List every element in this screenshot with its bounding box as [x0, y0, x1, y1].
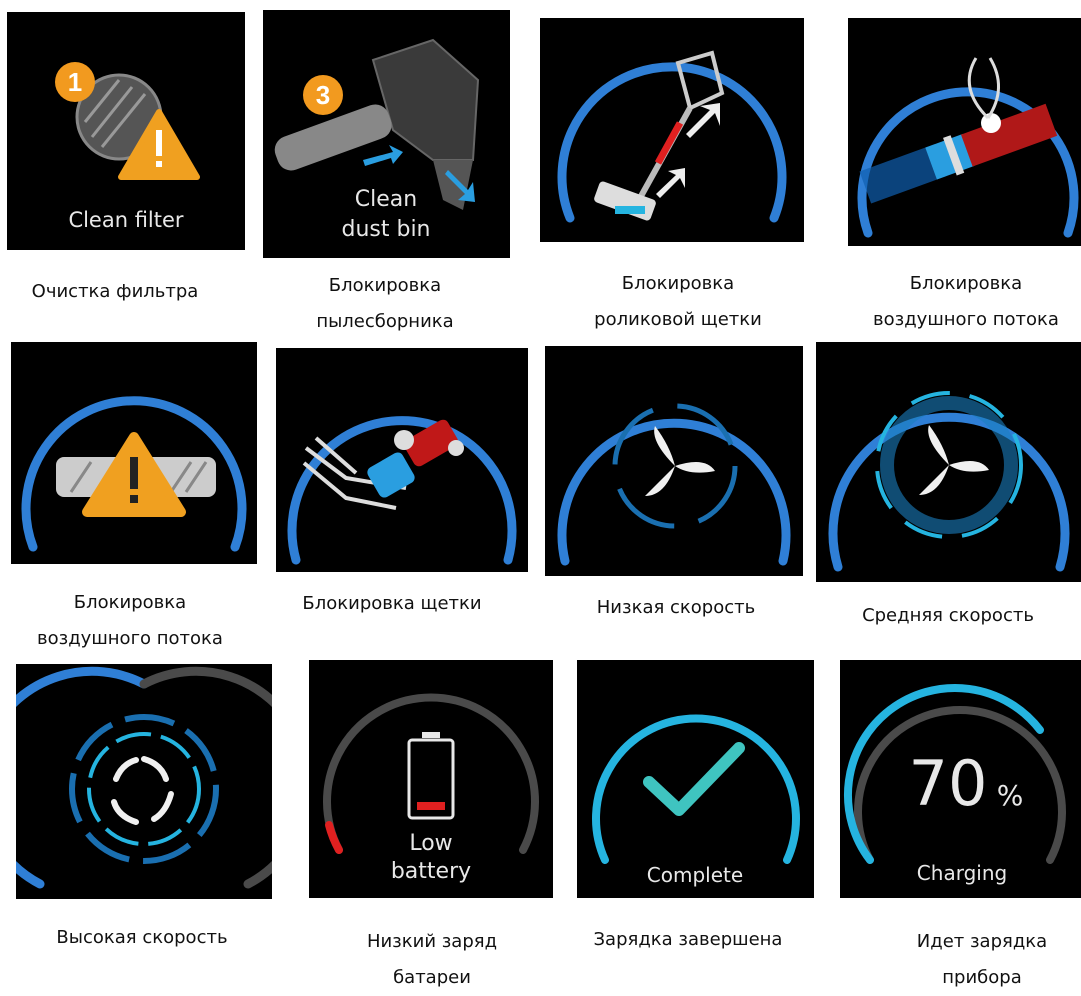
caption: Средняя скорость	[862, 605, 1034, 626]
caption: Блокировка воздушного потока	[37, 592, 223, 649]
icon-tile-clean-filter: 1 Clean filter	[7, 12, 245, 250]
step-badge: 3	[316, 80, 330, 110]
caption: Блокировка воздушного потока	[873, 273, 1059, 330]
caption: Идет зарядка прибора	[916, 931, 1048, 988]
icon-tile-brush-roll-blockage	[540, 18, 804, 242]
fan-icon	[111, 756, 174, 825]
screen-text-line-2: battery	[391, 859, 471, 884]
charge-percent-unit: %	[997, 779, 1024, 812]
caption: Блокировка роликовой щетки	[594, 273, 762, 330]
caption: Зарядка завершена	[593, 929, 783, 950]
icon-tile-low-battery: Low battery	[309, 660, 553, 898]
screen-text: Charging	[917, 861, 1007, 885]
caption: Блокировка пылесборника	[316, 275, 454, 332]
caption: Очистка фильтра	[31, 281, 199, 302]
step-badge: 1	[68, 67, 82, 97]
fan-icon	[645, 426, 715, 496]
screen-text: Complete	[647, 863, 743, 887]
vacuum-body-icon	[371, 38, 480, 161]
fan-icon	[919, 425, 989, 495]
checkmark-icon	[643, 742, 745, 816]
charge-percent-value: 70	[909, 747, 988, 820]
icon-tile-brush-blockage	[276, 348, 528, 572]
screen-text-line-1: Low	[409, 831, 452, 856]
caption: Высокая скорость	[56, 927, 228, 948]
icon-tile-low-speed	[545, 346, 803, 576]
caption: Низкая скорость	[596, 597, 756, 618]
icon-tile-high-speed	[16, 664, 272, 899]
screen-text-line-2: dust bin	[341, 217, 430, 242]
stick-vacuum-icon	[594, 50, 725, 221]
icon-tile-charge-complete: Complete	[577, 660, 814, 898]
icon-tile-charging: 70 % Charging	[840, 660, 1081, 898]
arrow-icon	[656, 168, 685, 198]
screen-text-line-1: Clean	[355, 187, 417, 212]
icon-tile-clean-dust-bin: 3 Clean dust bin	[263, 10, 510, 258]
caption: Блокировка щетки	[302, 593, 482, 614]
icon-tile-airflow-blockage-1	[848, 18, 1081, 246]
icon-tile-medium-speed	[816, 342, 1081, 582]
mini-brush-icon	[302, 419, 458, 510]
battery-icon	[407, 732, 455, 820]
caption: Низкий заряд батареи	[366, 931, 498, 988]
screen-text: Clean filter	[68, 208, 183, 232]
arrow-icon	[363, 145, 403, 166]
icon-tile-airflow-blockage-2	[11, 342, 257, 564]
wand-airflow-icon	[859, 103, 1058, 204]
